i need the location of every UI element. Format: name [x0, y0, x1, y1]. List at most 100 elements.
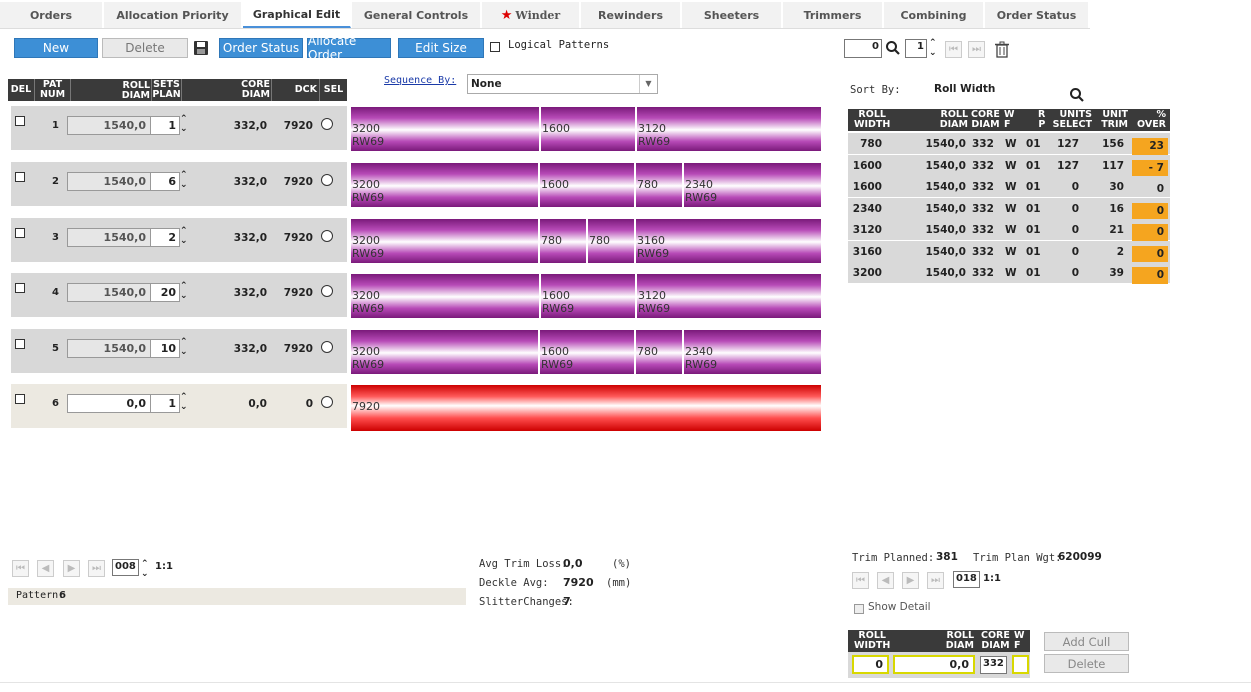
- roll-diam-input[interactable]: 1540,0: [67, 339, 151, 358]
- roll-row[interactable]: 780 1540,0 332 W 01 127 156 23: [848, 133, 1170, 155]
- pattern-segment[interactable]: 780: [636, 163, 682, 207]
- cull-core-input[interactable]: 332: [980, 656, 1007, 674]
- roll-diam-input[interactable]: 0,0: [67, 394, 151, 413]
- save-icon[interactable]: [192, 39, 210, 57]
- pattern-segment[interactable]: 780: [588, 219, 634, 263]
- tab-order-status[interactable]: Order Status: [985, 2, 1089, 28]
- new-button[interactable]: New: [14, 38, 98, 58]
- pattern-segment[interactable]: 3200 RW69: [351, 107, 539, 151]
- search-icon[interactable]: [884, 39, 902, 57]
- show-detail-checkbox[interactable]: [854, 604, 864, 614]
- tab-general-controls[interactable]: General Controls: [352, 2, 481, 28]
- tab-graphical-edit[interactable]: Graphical Edit: [243, 2, 351, 28]
- tab-combining[interactable]: Combining: [884, 2, 984, 28]
- pattern-segment[interactable]: 3120 RW69: [637, 274, 821, 318]
- sets-plan-input[interactable]: 1: [150, 394, 180, 413]
- tab-allocation-priority[interactable]: Allocation Priority: [104, 2, 242, 28]
- delete-button[interactable]: Delete: [102, 38, 188, 58]
- pattern-segment[interactable]: 7920: [351, 385, 821, 431]
- search-icon[interactable]: [1068, 86, 1086, 104]
- sets-stepper[interactable]: ⌃ ⌄: [180, 114, 188, 134]
- pattern-segment[interactable]: 3120 RW69: [637, 107, 821, 151]
- pattern-segment[interactable]: 1600 RW69: [541, 274, 635, 318]
- trash-icon[interactable]: [994, 41, 1010, 58]
- pattern-segment[interactable]: 780: [636, 330, 682, 374]
- tab-trimmers[interactable]: Trimmers: [783, 2, 883, 28]
- cull-wf-input[interactable]: [1012, 655, 1029, 674]
- next-page-icon[interactable]: ▶: [63, 560, 80, 577]
- order-status-button[interactable]: Order Status: [219, 38, 303, 58]
- delete-checkbox[interactable]: [15, 394, 25, 404]
- cull-width-input[interactable]: 0: [852, 655, 889, 674]
- pattern-segment[interactable]: 3200 RW69: [351, 219, 538, 263]
- sets-stepper[interactable]: ⌃ ⌄: [180, 170, 188, 190]
- sets-stepper[interactable]: ⌃ ⌄: [180, 337, 188, 357]
- select-radio[interactable]: [321, 118, 333, 130]
- sets-stepper[interactable]: ⌃ ⌄: [180, 281, 188, 301]
- pattern-segment[interactable]: 3200 RW69: [351, 330, 538, 374]
- pattern-segment[interactable]: 2340 RW69: [684, 330, 821, 374]
- delete-checkbox[interactable]: [15, 283, 25, 293]
- sequence-by-link[interactable]: Sequence By:: [384, 75, 456, 86]
- roll-row[interactable]: 2340 1540,0 332 W 01 0 16 0: [848, 197, 1170, 220]
- delete-checkbox[interactable]: [15, 228, 25, 238]
- pattern-segment[interactable]: 3160 RW69: [636, 219, 821, 263]
- add-cull-button[interactable]: Add Cull: [1044, 632, 1129, 651]
- pattern-segment[interactable]: 780: [540, 219, 586, 263]
- pattern-segment[interactable]: 1600 RW69: [540, 330, 634, 374]
- next-page-icon[interactable]: ▶: [902, 572, 919, 589]
- last-page-icon[interactable]: ⏭: [88, 560, 105, 577]
- cull-diam-input[interactable]: 0,0: [893, 655, 975, 674]
- sets-plan-input[interactable]: 2: [150, 228, 180, 247]
- select-radio[interactable]: [321, 230, 333, 242]
- tab-sheeters[interactable]: Sheeters: [682, 2, 782, 28]
- select-radio[interactable]: [321, 341, 333, 353]
- tab-winder[interactable]: ★ Winder: [482, 2, 580, 28]
- cull-delete-button[interactable]: Delete: [1044, 654, 1129, 673]
- roll-row[interactable]: 1600 1540,0 332 W 01 127 117 - 7: [848, 154, 1170, 177]
- page-stepper[interactable]: ⌃ ⌄: [141, 559, 149, 579]
- roll-row[interactable]: 3160 1540,0 332 W 01 0 2 0: [848, 240, 1170, 263]
- roll-diam-input[interactable]: 1540,0: [67, 116, 151, 135]
- last-page-icon[interactable]: ⏭: [968, 41, 985, 58]
- logical-patterns-checkbox[interactable]: [490, 42, 500, 52]
- prev-page-icon[interactable]: ◀: [37, 560, 54, 577]
- sets-plan-input[interactable]: 6: [150, 172, 180, 191]
- prev-page-icon[interactable]: ◀: [877, 572, 894, 589]
- pattern-segment[interactable]: 2340 RW69: [684, 163, 821, 207]
- roll-row[interactable]: 3120 1540,0 332 W 01 0 21 0: [848, 219, 1170, 241]
- spinner-two[interactable]: 1: [905, 39, 927, 58]
- roll-diam-input[interactable]: 1540,0: [67, 283, 151, 302]
- select-radio[interactable]: [321, 396, 333, 408]
- select-radio[interactable]: [321, 174, 333, 186]
- sets-stepper[interactable]: ⌃ ⌄: [180, 226, 188, 246]
- sets-plan-input[interactable]: 20: [150, 283, 180, 302]
- select-radio[interactable]: [321, 285, 333, 297]
- spinner-one[interactable]: 0: [844, 39, 882, 58]
- pattern-segment[interactable]: 3200 RW69: [351, 163, 538, 207]
- first-page-icon[interactable]: ⏮: [852, 572, 869, 589]
- delete-checkbox[interactable]: [15, 116, 25, 126]
- sequence-by-select[interactable]: None ▼: [467, 74, 658, 94]
- sets-plan-input[interactable]: 1: [150, 116, 180, 135]
- roll-row[interactable]: 3200 1540,0 332 W 01 0 39 0: [848, 262, 1170, 284]
- spinner-two-stepper[interactable]: ⌃ ⌄: [929, 38, 937, 58]
- roll-row[interactable]: 1600 1540,0 332 W 01 0 30 0: [848, 176, 1170, 197]
- tab-orders[interactable]: Orders: [0, 2, 103, 28]
- pattern-segment[interactable]: 3200 RW69: [351, 274, 539, 318]
- first-page-icon[interactable]: ⏮: [945, 41, 962, 58]
- tab-rewinders[interactable]: Rewinders: [581, 2, 681, 28]
- last-page-icon[interactable]: ⏭: [927, 572, 944, 589]
- pattern-segment[interactable]: 1600: [541, 107, 635, 151]
- sets-stepper[interactable]: ⌃ ⌄: [180, 392, 188, 412]
- edit-size-button[interactable]: Edit Size: [398, 38, 484, 58]
- sets-plan-input[interactable]: 10: [150, 339, 180, 358]
- page-number-field[interactable]: 018: [953, 571, 980, 588]
- allocate-order-button[interactable]: Allocate Order: [307, 34, 391, 62]
- page-number-field[interactable]: 008: [112, 559, 139, 576]
- roll-diam-input[interactable]: 1540,0: [67, 228, 151, 247]
- pattern-segment[interactable]: 1600: [540, 163, 634, 207]
- delete-checkbox[interactable]: [15, 339, 25, 349]
- delete-checkbox[interactable]: [15, 172, 25, 182]
- first-page-icon[interactable]: ⏮: [12, 560, 29, 577]
